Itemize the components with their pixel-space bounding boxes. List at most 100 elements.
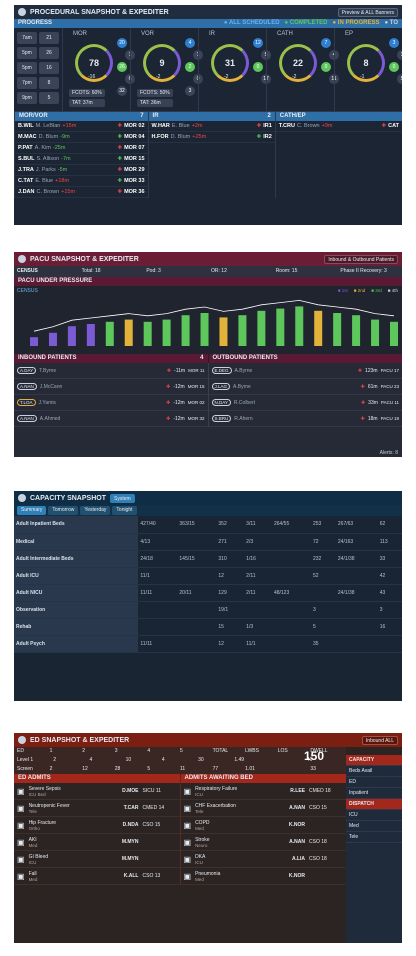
patient-row[interactable]: A.NAN J.McCann ✚ -12m MOR 15 — [14, 379, 208, 395]
patient-pill[interactable]: A.NAN — [17, 415, 37, 422]
table-row[interactable]: Adult NICU 11/11 20/11 129 2/11 48/123 24/1/38… — [14, 584, 402, 602]
patient-row[interactable]: J.LAG A.Byrne ✚ 61m PACU 23 — [208, 379, 402, 395]
unit-gauge[interactable]: VOR 9 -2 4 1 2 0 3 FCOTS: 50% TAT: 36m — [130, 28, 203, 111]
patient-row[interactable]: T.LOA J.Yamis ✚ -12m MOR 02 — [14, 395, 208, 411]
table-row[interactable]: Adult Inpatient Beds 427/40 363/15 352 3/11 2… — [14, 516, 402, 534]
count-chip[interactable]: 4 — [185, 38, 195, 48]
tab-yesterday[interactable]: Yesterday — [80, 506, 111, 515]
case-row[interactable]: J.DAN C. Brown +15m ✚ MOR 36 — [15, 187, 148, 198]
case-row[interactable]: M.MAC D. Blum -9m ✚ MOR 04 — [15, 132, 148, 143]
room: MOR 29 — [124, 167, 145, 173]
admit-row[interactable]: ▣ Severe Sepsis ICU Bed D.MOE SICU 11 — [14, 783, 180, 800]
admit-row[interactable]: ▣ CHF Exacerbation Tele A.NAN CSO 15 — [180, 800, 346, 817]
patient-pill[interactable]: T.LOA — [17, 399, 36, 406]
bed-type: Med — [28, 842, 38, 848]
count-chip[interactable]: 20 — [117, 38, 127, 48]
cell — [377, 635, 402, 653]
count-chip[interactable]: 2 — [185, 62, 195, 72]
admit-row[interactable]: ▣ Neutropenic Fever Tele T.CAR CMED 14 — [14, 800, 180, 817]
banner-button[interactable]: Preview & ALL Banners — [337, 7, 398, 17]
admit-row[interactable]: ▣ Pneumonia Med K.NOR — [180, 868, 346, 885]
case-row[interactable]: H.FOR D. Blum +25m ✚ IR2 — [148, 132, 275, 143]
bed-type: Ortho — [28, 825, 40, 831]
admit-row[interactable]: ▣ COPD Med K.NOR — [180, 817, 346, 834]
inbound-list: A.DAY T.Byrne ✚ -11m MOR 11 A.NAN J.McCann ✚ -12… — [14, 363, 208, 427]
count-chip[interactable]: 3 — [389, 38, 399, 48]
gear-icon[interactable] — [18, 494, 26, 502]
patient-row[interactable]: A.NAN A.Ahmed ✚ -12m MOR 32 — [14, 411, 208, 427]
room: MOR 33 — [124, 178, 145, 184]
count-chip[interactable]: 26 — [117, 62, 127, 72]
case-row[interactable]: C.TAT E. Blue +18m ✚ MOR 33 — [15, 176, 148, 187]
gear-icon[interactable] — [18, 736, 26, 744]
tab-tonight[interactable]: Tonight — [112, 506, 137, 515]
cell — [271, 601, 311, 619]
unit-gauge[interactable]: MOR 78 -16 20 1 26 6 32 FCOTS: 60% TAT: 37m — [62, 28, 135, 111]
patient-pill[interactable]: A.NAN — [17, 383, 37, 390]
case-row[interactable]: P.PAT A. Kim -25m ✚ MOR 07 — [15, 143, 148, 154]
table-row[interactable]: Adult ICU 11/1 12 2/11 52 42 — [14, 567, 402, 585]
patient-pill[interactable]: J.LAG — [211, 383, 231, 390]
unit: CSO 15 — [142, 822, 161, 828]
cell — [177, 533, 217, 551]
unit-gauge[interactable]: EP 8 -1 3 1 0 5 — [334, 28, 402, 111]
bed-icon: ▣ — [183, 871, 192, 881]
admit-row[interactable]: ▣ Fall Med K.ALL CSO 13 — [14, 868, 180, 885]
side-summary: CAPACITY Beds Avail ED Inpatient DISPATCH ICU… — [346, 755, 402, 943]
count-chip[interactable]: 5 — [397, 74, 402, 84]
system-badge[interactable]: System — [109, 493, 135, 503]
count-chip[interactable]: 7 — [321, 38, 331, 48]
inbound-button[interactable]: Inbound ALL — [361, 735, 398, 745]
table-row[interactable]: Observation 19/1 3 3 — [14, 601, 402, 619]
doctor: A.Byrne — [234, 367, 253, 374]
cell — [138, 618, 178, 636]
admit-row[interactable]: ▣ Stroke Neuro A.NAN CSO 18 — [180, 834, 346, 851]
count-chip[interactable]: 12 — [253, 38, 263, 48]
legend-item: ● ALL SCHEDULED — [223, 20, 280, 26]
cell: 427/40 — [138, 516, 178, 534]
gear-icon[interactable] — [18, 8, 26, 16]
admit-row[interactable]: ▣ DKA ICU A.LIA CSO 18 — [180, 851, 346, 868]
case-row[interactable]: B.WIL M. LeBlan +15m ✚ MOR 02 — [15, 121, 148, 132]
case-row[interactable]: S.BUL S. Allison -7m ✚ MOR 15 — [15, 154, 148, 165]
census-bar — [295, 306, 304, 346]
count-chip[interactable]: 3 — [185, 86, 195, 96]
patient-pill[interactable]: N.DAY — [211, 399, 231, 406]
admit-row[interactable]: ▣ Hip Fracture Ortho D.NDA CSO 15 — [14, 817, 180, 834]
tab-summary[interactable]: Summary — [17, 506, 47, 515]
count-chip[interactable]: 0 — [389, 62, 399, 72]
stat-cell: 4 — [147, 748, 151, 754]
table-row[interactable]: Rehab 15 1/3 5 16 — [14, 618, 402, 636]
unit-gauge[interactable]: IR 31 -2 12 5 0 17 — [198, 28, 271, 111]
patient-row[interactable]: S.BRU R.Ahern ✚ 18m PACU 19 — [208, 411, 402, 427]
table-row[interactable]: Adult Psych 11/11 12 11/1 35 — [14, 635, 402, 653]
patient-pill[interactable]: S.BRU — [211, 415, 232, 422]
admit-row[interactable]: ▣ GI Bleed ICU M.MYN — [14, 851, 180, 868]
count-chip[interactable]: 0 — [321, 62, 331, 72]
count-chip[interactable]: 0 — [253, 62, 263, 72]
unit-gauge[interactable]: CATH 22 -2 7 4 0 11 — [266, 28, 339, 111]
admit-row[interactable]: ▣ AKI Med M.MYN — [14, 834, 180, 851]
count-chip[interactable]: 1 — [397, 50, 402, 60]
patient-row[interactable]: E.DEG A.Byrne ✚ 123m PACU 17 — [208, 363, 402, 379]
count-chip[interactable]: 32 — [117, 86, 127, 96]
patient-id: T.CRU — [278, 123, 295, 129]
inbound-outbound-button[interactable]: Inbound & Outbound Patients — [324, 254, 398, 264]
case-row[interactable]: W.HAR E. Blue +2m ✚ IR1 — [148, 121, 275, 132]
table-row[interactable]: Adult Intermediate Beds 24/18 145/15 310 1/1… — [14, 550, 402, 568]
time-label: 7pm — [17, 77, 37, 89]
admit-row[interactable]: ▣ Respiratory Failure ICU R.LEE CMED 18 — [180, 783, 346, 800]
table-row[interactable]: Medical 4/13 271 2/3 72 24/163 113 — [14, 533, 402, 551]
patient-row[interactable]: A.DAY T.Byrne ✚ -11m MOR 11 — [14, 363, 208, 379]
gear-icon[interactable] — [18, 255, 26, 263]
case-row[interactable]: T.CRU C. Brown +9m ✚ CAT — [275, 121, 402, 132]
cell — [244, 601, 272, 619]
cell: 1/16 — [244, 550, 272, 568]
case-row[interactable]: J.TRA J. Parks -5m ✚ MOR 29 — [15, 165, 148, 176]
tab-tomorrow[interactable]: Tomorrow — [48, 506, 79, 515]
patient-row[interactable]: N.DAY R.Colbert ✚ 33m PACU 11 — [208, 395, 402, 411]
time: 33m — [368, 399, 378, 406]
patient-pill[interactable]: E.DEG — [211, 367, 232, 374]
patient-pill[interactable]: A.DAY — [17, 367, 37, 374]
panel-title: ED SNAPSHOT & EXPEDITER — [30, 736, 130, 744]
